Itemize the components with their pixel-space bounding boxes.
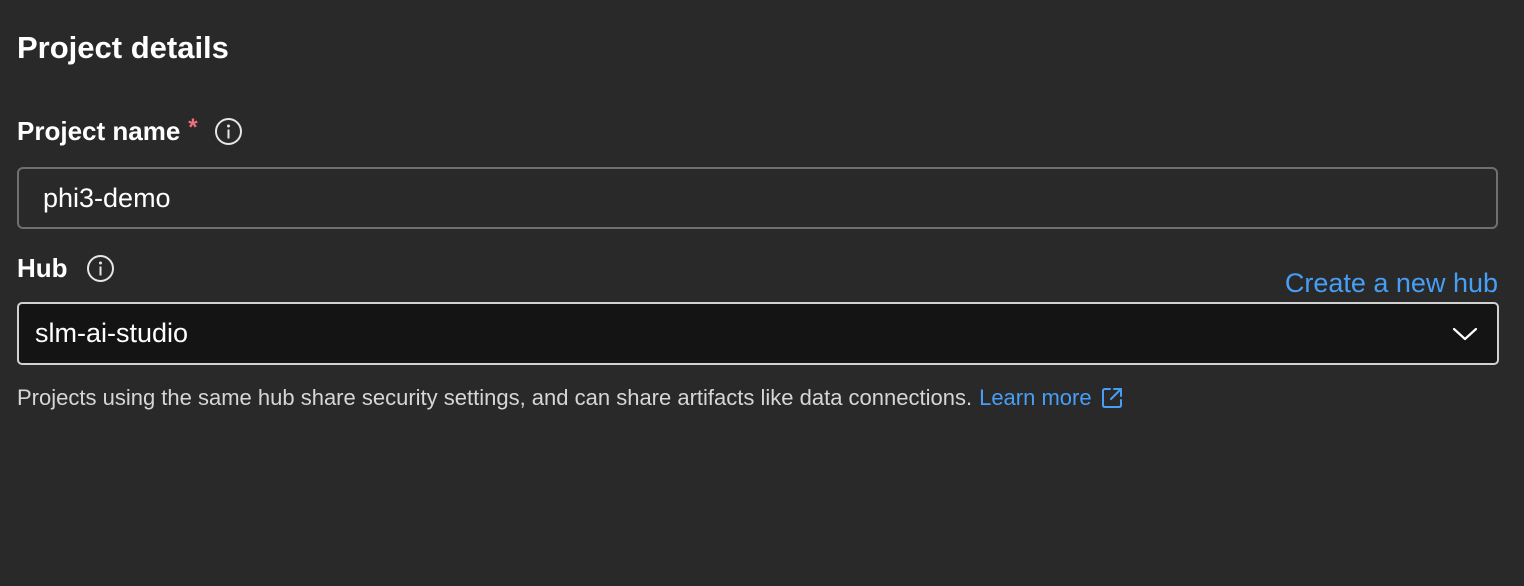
hub-label: Hub <box>17 253 68 283</box>
info-icon[interactable] <box>86 254 115 283</box>
chevron-down-icon <box>1451 325 1479 343</box>
hub-helper-text: Projects using the same hub share securi… <box>17 385 1124 411</box>
project-name-label: Project name <box>17 116 181 146</box>
project-name-input[interactable] <box>17 167 1498 229</box>
hub-selected-value: slm-ai-studio <box>35 318 189 348</box>
project-name-label-row: Project name * <box>17 113 243 147</box>
info-icon[interactable] <box>214 117 243 146</box>
learn-more-link[interactable]: Learn more <box>979 385 1124 411</box>
required-marker: * <box>188 113 198 141</box>
external-link-icon <box>1100 386 1124 410</box>
learn-more-label: Learn more <box>979 385 1092 410</box>
hub-label-row: Hub <box>17 253 115 284</box>
create-new-hub-link[interactable]: Create a new hub <box>1285 268 1498 299</box>
hub-select[interactable]: slm-ai-studio <box>17 302 1499 365</box>
helper-description: Projects using the same hub share securi… <box>17 385 973 410</box>
section-title: Project details <box>17 30 229 65</box>
